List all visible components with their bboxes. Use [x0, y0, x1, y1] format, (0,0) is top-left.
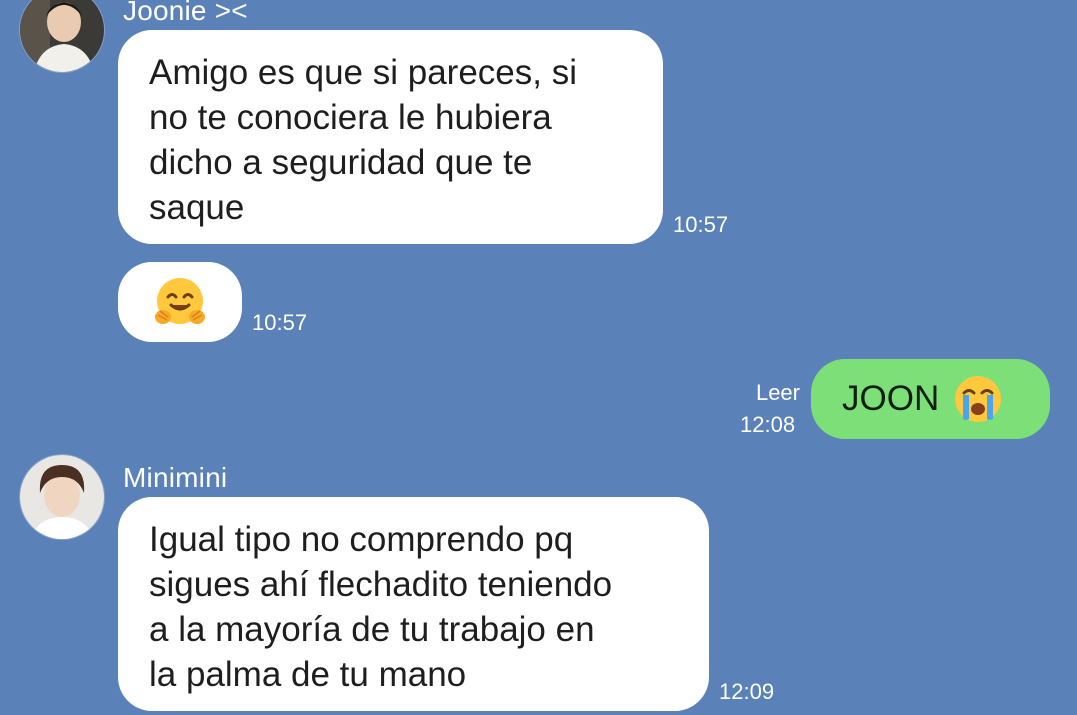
- avatar-minimini-image: [20, 455, 104, 539]
- message-time-1: 10:57: [673, 212, 729, 237]
- avatar-joonie-image: [20, 0, 104, 72]
- avatar-minimini[interactable]: [19, 454, 105, 540]
- hugging-face-icon: [155, 278, 205, 324]
- read-status: Leer: [755, 380, 800, 405]
- sender-name-joonie: Joonie ><: [123, 0, 248, 26]
- message-text-3: JOON: [842, 379, 940, 418]
- loudly-crying-face-icon: [955, 376, 1002, 422]
- avatar-joonie[interactable]: [19, 0, 105, 73]
- message-bubble-3[interactable]: JOON: [811, 359, 1050, 439]
- message-bubble-2[interactable]: [118, 262, 242, 342]
- message-bubble-4[interactable]: Igual tipo no comprendo pq sigues ahí fl…: [118, 497, 709, 711]
- message-time-4: 12:09: [719, 679, 775, 704]
- message-time-3: 12:08: [740, 412, 796, 437]
- message-bubble-1[interactable]: Amigo es que si pareces, si no te conoci…: [118, 30, 663, 244]
- message-time-2: 10:57: [252, 310, 308, 335]
- sender-name-minimini: Minimini: [123, 462, 228, 493]
